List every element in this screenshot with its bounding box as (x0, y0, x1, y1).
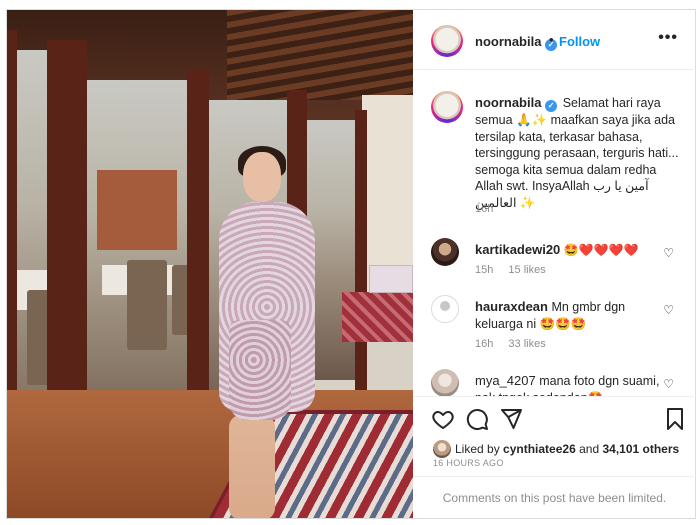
post-timestamp[interactable]: 16 HOURS AGO (433, 458, 504, 468)
photo-interior-wall (97, 170, 177, 250)
post-caption: noornabila ✓ Selamat hari raya semua 🙏✨ … (475, 95, 685, 211)
post-header: noornabila ✓ • Follow ••• (413, 10, 696, 70)
liked-by: Liked by cynthiatee26 and 34,101 others (433, 440, 693, 458)
commenter-avatar[interactable] (431, 295, 459, 323)
comment-username[interactable]: mya_4207 (475, 373, 536, 388)
send-icon[interactable] (499, 407, 523, 431)
comment-username[interactable]: hauraxdean (475, 299, 548, 314)
verified-badge-icon: ✓ (545, 100, 558, 112)
photo-gift-box (369, 265, 413, 293)
comment-username[interactable]: kartikadewi20 (475, 242, 560, 257)
commenter-avatar[interactable] (431, 238, 459, 266)
comment-likes[interactable]: 33 likes (508, 338, 545, 350)
bookmark-icon[interactable] (663, 407, 687, 431)
caption-author-avatar[interactable] (431, 91, 463, 123)
liker-avatar[interactable] (433, 440, 451, 458)
liked-by-user[interactable]: cynthiatee26 (503, 442, 576, 456)
post-photo[interactable] (7, 10, 413, 518)
caption-timestamp[interactable]: 16h (475, 203, 493, 215)
commenter-avatar[interactable] (431, 369, 459, 396)
comment-time[interactable]: 15h (475, 264, 493, 276)
comment-text: 🤩❤️❤️❤️❤️ (563, 243, 639, 257)
comment-time[interactable]: 16h (475, 338, 493, 350)
follow-button[interactable]: Follow (559, 34, 600, 49)
comments-section[interactable]: noornabila ✓ Selamat hari raya semua 🙏✨ … (413, 70, 696, 396)
photo-chair (127, 260, 167, 350)
heart-icon[interactable] (431, 407, 455, 431)
more-options-icon[interactable]: ••• (658, 29, 678, 47)
comment-body: kartikadewi20 🤩❤️❤️❤️❤️ (475, 242, 660, 259)
liked-by-prefix: Liked by (455, 442, 500, 456)
photo-woman-skirt (229, 320, 291, 420)
header-separator: • (549, 32, 554, 47)
photo-side-table (342, 292, 413, 342)
post-sidebar: noornabila ✓ • Follow ••• noornabila ✓ S… (413, 10, 696, 518)
photo-woman-face (243, 152, 281, 202)
comment-meta: 15h 15 likes (475, 264, 558, 276)
liked-by-and: and (579, 442, 600, 456)
caption-text: Selamat hari raya semua 🙏✨ maafkan saya … (475, 96, 679, 210)
author-username[interactable]: noornabila ✓ (475, 34, 558, 51)
comments-limited-notice: Comments on this post have been limited. (413, 476, 696, 518)
comment-heart-icon[interactable]: ♡ (663, 246, 674, 260)
comment-likes[interactable]: 15 likes (508, 264, 545, 276)
comment-heart-icon[interactable]: ♡ (663, 377, 674, 391)
comment-heart-icon[interactable]: ♡ (663, 303, 674, 317)
photo-woman-feet (229, 415, 275, 518)
comment-icon[interactable] (465, 407, 489, 431)
caption-username[interactable]: noornabila ✓ (475, 95, 561, 112)
comment-body: hauraxdean Mn gmbr dgn keluarga ni 🤩🤩🤩 (475, 299, 660, 332)
instagram-post: noornabila ✓ • Follow ••• noornabila ✓ S… (6, 9, 696, 519)
photo-door-frame (355, 110, 367, 390)
liked-by-count[interactable]: 34,101 others (602, 442, 679, 456)
author-avatar[interactable] (431, 25, 463, 57)
comment-meta: 16h 33 likes (475, 338, 558, 350)
post-actions-bar (413, 396, 696, 440)
photo-ceiling-beams (227, 10, 413, 100)
comment-body: mya_4207 mana foto dgn suami, nak tngok … (475, 373, 660, 396)
